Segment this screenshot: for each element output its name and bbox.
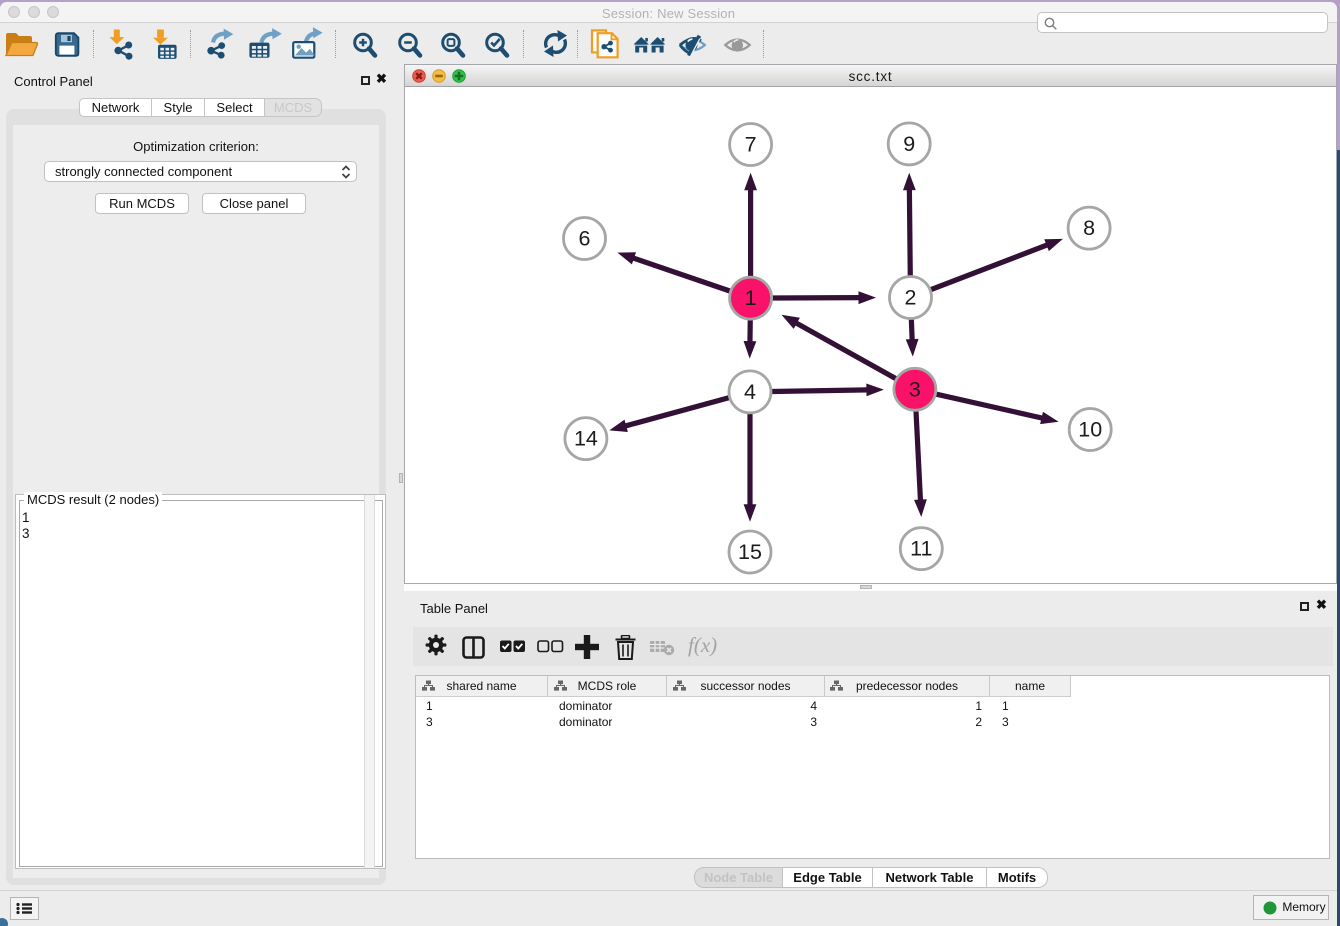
svg-text:10: 10 xyxy=(1078,418,1102,442)
svg-text:4: 4 xyxy=(744,380,756,404)
svg-text:15: 15 xyxy=(738,540,762,564)
svg-text:11: 11 xyxy=(910,537,932,561)
svg-text:1: 1 xyxy=(745,286,757,310)
svg-text:2: 2 xyxy=(905,286,917,310)
svg-text:9: 9 xyxy=(903,132,915,156)
svg-text:6: 6 xyxy=(579,227,591,251)
svg-text:3: 3 xyxy=(909,377,921,401)
svg-text:7: 7 xyxy=(745,133,757,157)
svg-text:8: 8 xyxy=(1083,216,1095,240)
svg-text:14: 14 xyxy=(574,427,598,451)
